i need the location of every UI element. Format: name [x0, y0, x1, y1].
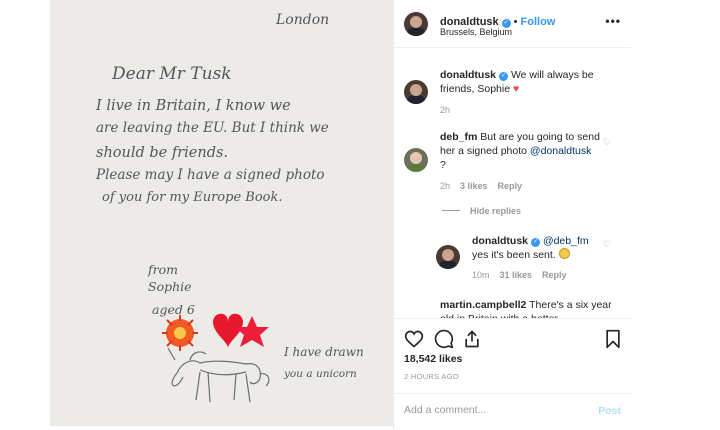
comment-text: martin.campbell2 There's a six year old … — [440, 298, 612, 318]
avatar[interactable] — [404, 12, 428, 36]
avatar[interactable] — [404, 148, 428, 172]
like-comment-heart-icon[interactable]: ♡ — [603, 303, 611, 314]
comment-time[interactable]: 10m — [472, 270, 490, 280]
avatar[interactable] — [404, 80, 428, 104]
letter-signature: Sophie — [148, 279, 192, 294]
separator-dot: • — [513, 16, 518, 28]
letter-line: Please may I have a signed photo — [96, 167, 325, 183]
comment-meta: 2h — [440, 105, 450, 115]
comment-likes[interactable]: 31 likes — [500, 270, 533, 280]
letter-drawn-note: you a unicorn — [284, 368, 357, 380]
comment-icon[interactable] — [434, 329, 454, 349]
comment-text: donaldtusk ✓ We will always be friends, S… — [440, 68, 618, 96]
comment-username[interactable]: deb_fm — [440, 131, 477, 143]
flower-drawing — [162, 315, 198, 351]
letter-line: should be friends. — [96, 145, 229, 161]
letter-city: London — [276, 12, 330, 28]
share-icon[interactable] — [462, 329, 482, 349]
comment-username[interactable]: martin.campbell2 — [440, 299, 526, 311]
comment-meta: 2h 3 likes Reply — [440, 181, 522, 191]
comment-username[interactable]: donaldtusk — [440, 69, 496, 81]
post-photo[interactable]: London Dear Mr Tusk I live in Britain, I… — [50, 0, 393, 426]
letter-drawn-note: I have drawn — [284, 345, 364, 359]
comment-text: donaldtusk ✓ @deb_fm yes it's been sent. — [472, 234, 602, 262]
letter-age: aged 6 — [152, 302, 195, 317]
red-heart-emoji: ♥ — [512, 83, 520, 95]
post-timestamp[interactable]: 2 HOURS AGO — [404, 372, 459, 381]
comment-time[interactable]: 2h — [440, 105, 450, 115]
like-comment-heart-icon[interactable]: ♡ — [603, 239, 611, 250]
comment-meta: 10m 31 likes Reply — [472, 270, 567, 280]
comment-username[interactable]: donaldtusk — [472, 235, 528, 247]
add-comment-input[interactable] — [404, 404, 574, 416]
avatar[interactable] — [436, 245, 460, 269]
post-sidebar: donaldtusk ✓ • Follow Brussels, Belgium •••… — [393, 0, 631, 430]
bookmark-icon[interactable] — [603, 329, 623, 349]
letter-greeting: Dear Mr Tusk — [112, 64, 232, 84]
hide-replies-button[interactable]: Hide replies — [442, 206, 521, 216]
letter-line: of you for my Europe Book. — [102, 190, 283, 205]
post-comment-button[interactable]: Post — [598, 405, 621, 417]
location-link[interactable]: Brussels, Belgium — [440, 27, 512, 37]
add-comment-row: Post — [394, 393, 631, 429]
letter-from: from — [148, 262, 178, 277]
more-icon[interactable]: ••• — [605, 14, 621, 28]
instagram-post: London Dear Mr Tusk I live in Britain, I… — [0, 0, 720, 430]
follow-button[interactable]: Follow — [521, 16, 556, 28]
comment-time[interactable]: 2h — [440, 181, 450, 191]
comment-body: yes it's been sent. — [472, 249, 556, 261]
like-comment-heart-icon[interactable]: ♡ — [603, 137, 611, 148]
comment-mention[interactable]: @deb_fm — [543, 235, 589, 247]
heart-icon[interactable] — [404, 329, 424, 349]
post-actions: 18,542 likes 2 HOURS AGO Post — [394, 318, 631, 428]
reply-button[interactable]: Reply — [542, 270, 567, 280]
comment-item: martin.campbell2 There's a six year old … — [394, 298, 631, 318]
comment-text: deb_fm But are you going to send her a s… — [440, 130, 600, 172]
verified-icon: ✓ — [499, 72, 509, 81]
comment-body-end: ? — [440, 159, 446, 171]
smile-emoji — [558, 248, 570, 259]
likes-count[interactable]: 18,542 likes — [404, 353, 462, 365]
reply-button[interactable]: Reply — [498, 181, 523, 191]
verified-icon: ✓ — [531, 238, 541, 247]
letter-line: I live in Britain, I know we — [96, 98, 291, 114]
letter-line: are leaving the EU. But I think we — [96, 120, 329, 136]
post-header: donaldtusk ✓ • Follow Brussels, Belgium ••• — [394, 0, 631, 48]
comment-mention[interactable]: @donaldtusk — [530, 145, 591, 157]
comment-likes[interactable]: 3 likes — [460, 181, 488, 191]
